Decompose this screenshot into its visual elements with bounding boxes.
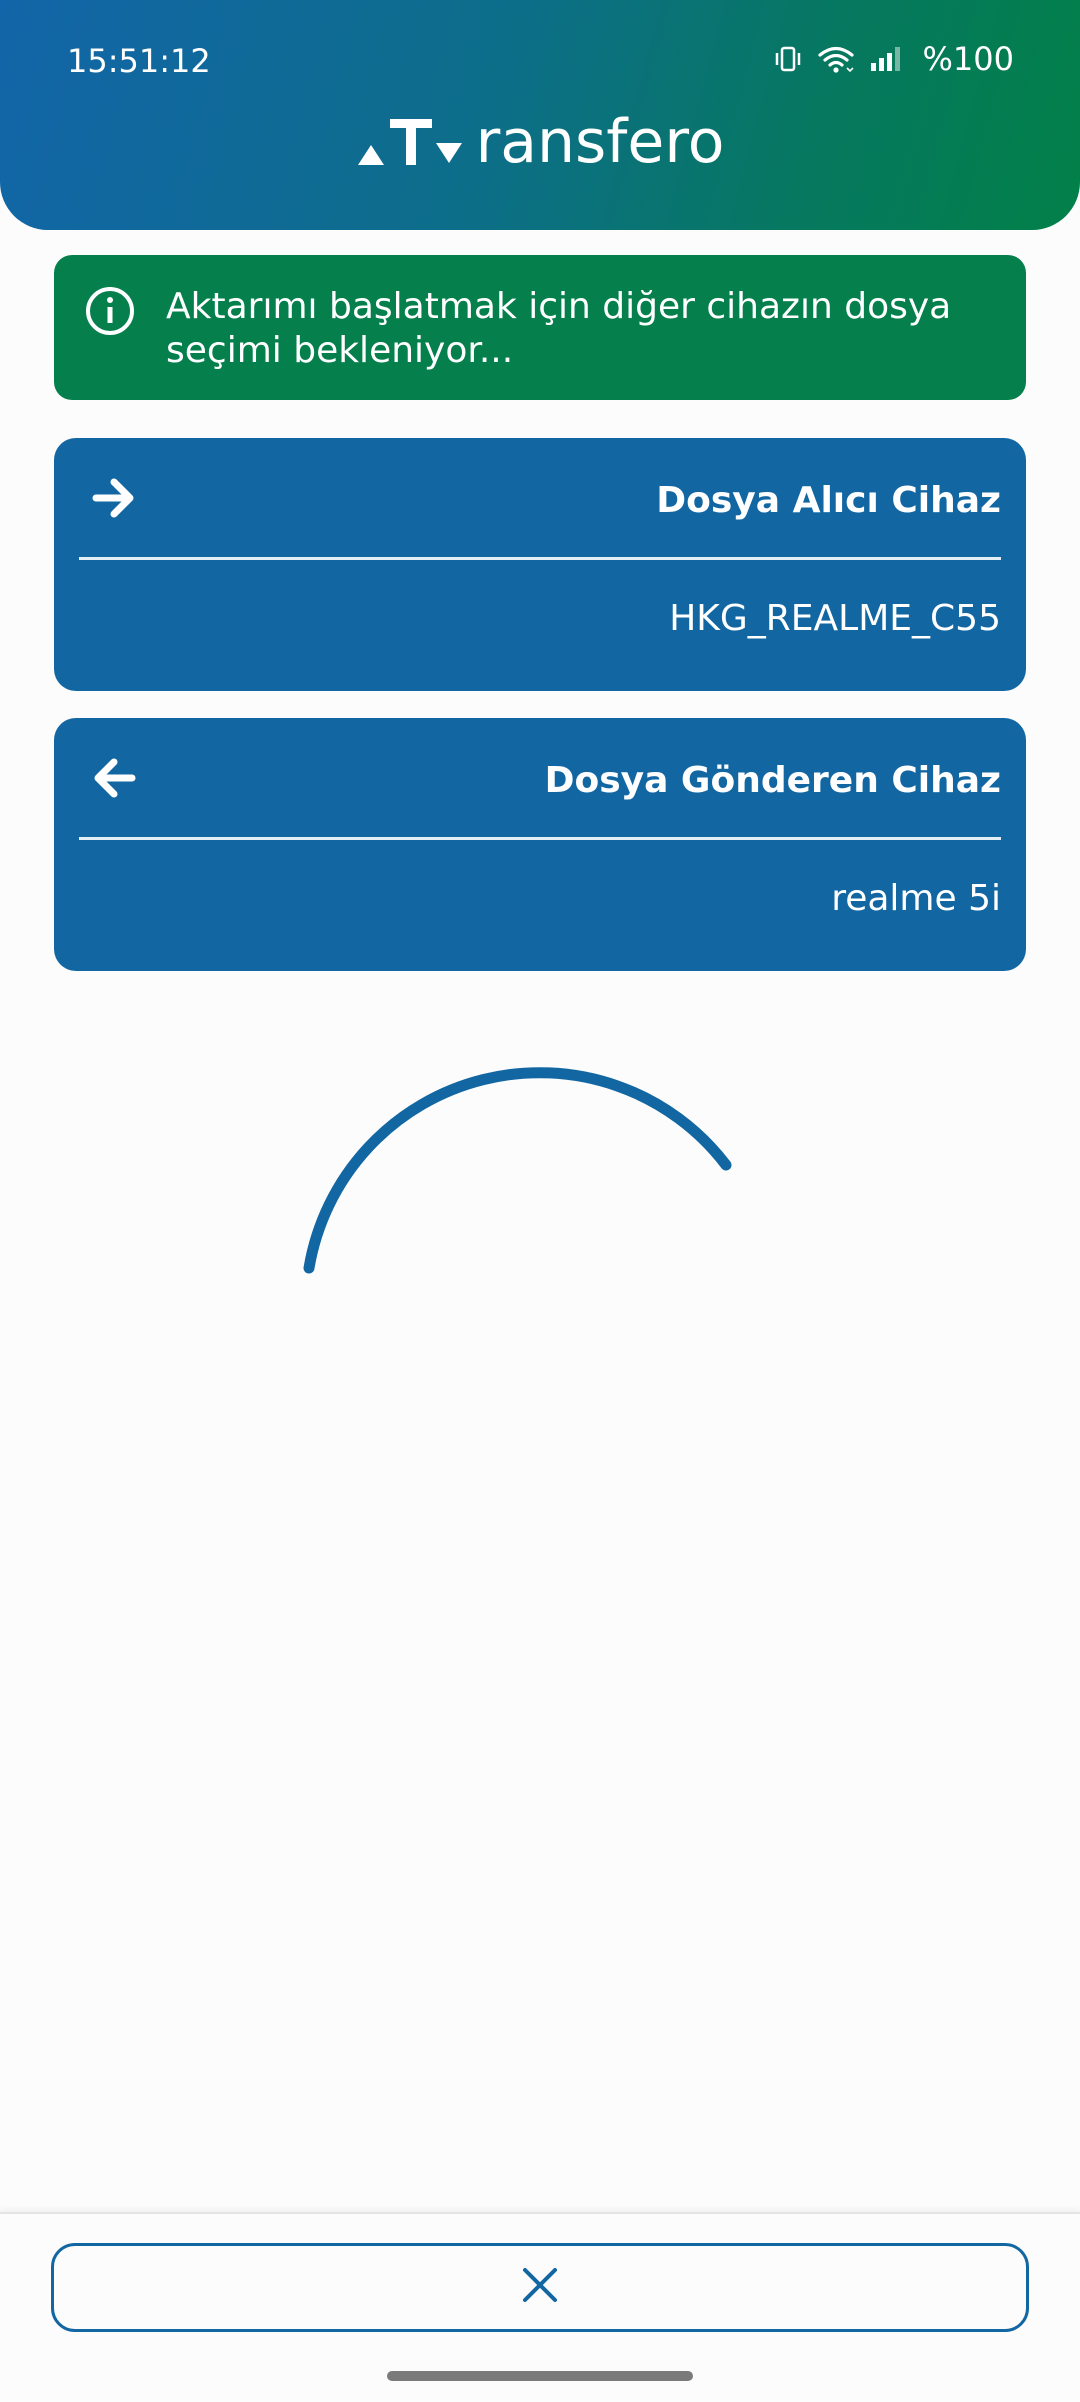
arrow-right-icon <box>90 476 138 520</box>
status-time: 15:51:12 <box>67 42 211 80</box>
sender-device-name: realme 5i <box>831 878 1001 919</box>
info-message: Aktarımı başlatmak için diğer cihazın do… <box>166 286 952 371</box>
receiver-device-name: HKG_REALME_C55 <box>669 598 1001 639</box>
logo-text: ransfero <box>475 107 725 177</box>
home-indicator[interactable] <box>387 2371 693 2381</box>
info-banner: Aktarımı başlatmak için diğer cihazın do… <box>54 255 1026 400</box>
card-divider <box>79 557 1001 560</box>
loading-spinner <box>300 1065 780 1285</box>
info-icon <box>84 285 136 337</box>
battery-level: %100 <box>922 40 1014 78</box>
wifi-icon <box>817 44 855 74</box>
app-logo: ransfero <box>0 112 1080 172</box>
card-divider <box>79 837 1001 840</box>
sender-card-title: Dosya Gönderen Cihaz <box>544 760 1001 801</box>
cancel-button[interactable] <box>51 2243 1029 2332</box>
signal-icon <box>869 46 901 72</box>
arrow-left-icon <box>90 756 138 800</box>
receiver-device-card: Dosya Alıcı Cihaz HKG_REALME_C55 <box>54 438 1026 691</box>
vibrate-icon <box>773 44 803 74</box>
sender-device-card: Dosya Gönderen Cihaz realme 5i <box>54 718 1026 971</box>
status-icons: %100 <box>773 40 1014 78</box>
app-header: 15:51:12 %100 ransfero <box>0 0 1080 230</box>
receiver-card-title: Dosya Alıcı Cihaz <box>656 480 1001 521</box>
logo-mark-icon <box>356 113 466 171</box>
close-icon <box>520 2265 560 2310</box>
